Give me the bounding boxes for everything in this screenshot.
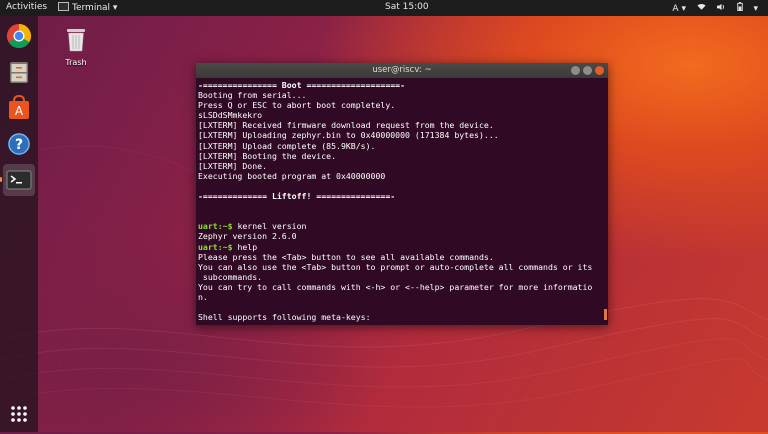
terminal-line-text: Booting from serial...: [198, 90, 307, 101]
terminal-line: Please press the <Tab> button to see all…: [198, 252, 602, 262]
terminal-line: -=============== Boot ==================…: [198, 80, 602, 90]
terminal-line-text: Shell supports following meta-keys:: [198, 312, 371, 323]
terminal-line: You can try to call commands with <-h> o…: [198, 282, 602, 292]
show-applications-button[interactable]: [3, 398, 35, 430]
dock-item-help[interactable]: ?: [3, 128, 35, 160]
terminal-line-text: sLSDdSMmkekro: [198, 110, 263, 121]
terminal-line-text: [LXTERM] Received firmware download requ…: [198, 120, 494, 131]
dock-item-chrome[interactable]: [3, 20, 35, 52]
shell-prompt: uart:~$: [198, 241, 233, 252]
terminal-titlebar[interactable]: user@riscv: ~: [196, 63, 608, 78]
svg-text:A: A: [15, 104, 24, 118]
chevron-down-icon: ▾: [112, 3, 118, 13]
terminal-line: Press Q or ESC to abort boot completely.: [198, 100, 602, 110]
activities-button[interactable]: Activities: [6, 2, 47, 12]
terminal-line-text: -=============== Boot ==================…: [198, 80, 406, 90]
battery-icon[interactable]: [736, 2, 746, 14]
clock[interactable]: Sat 15:00: [385, 2, 429, 12]
terminal-line: [LXTERM] Booting the device.: [198, 151, 602, 161]
window-controls: [568, 66, 604, 81]
terminal-line-text: [LXTERM] Upload complete (85.9KB/s).: [198, 140, 376, 151]
dock-item-files[interactable]: [3, 56, 35, 88]
terminal-line-text: Press Q or ESC to abort boot completely.: [198, 100, 396, 111]
terminal-line-text: Executing booted program at 0x40000000: [198, 170, 386, 181]
terminal-line-text: n.: [198, 291, 208, 302]
terminal-line-text: You can try to call commands with <-h> o…: [198, 281, 593, 292]
terminal-line-text: [LXTERM] Booting the device.: [198, 150, 337, 161]
terminal-line: sLSDdSMmkekro: [198, 110, 602, 120]
svg-text:?: ?: [15, 137, 23, 153]
power-menu-chevron-icon[interactable]: ▾: [753, 4, 758, 14]
system-tray[interactable]: A ▾ ▾: [656, 2, 758, 14]
terminal-small-icon: [58, 2, 69, 11]
wifi-icon[interactable]: [697, 4, 709, 14]
terminal-line-text: [LXTERM] Uploading zephyr.bin to 0x40000…: [198, 130, 499, 141]
terminal-line: -============= Liftoff! ===============-: [198, 191, 602, 201]
terminal-scrollbar[interactable]: [604, 309, 607, 320]
terminal-line-text: help: [232, 241, 258, 252]
terminal-icon: [6, 170, 32, 190]
minimize-button[interactable]: [571, 66, 580, 75]
terminal-window[interactable]: user@riscv: ~ -=============== Boot ====…: [196, 63, 608, 325]
terminal-line-text: [LXTERM] Done.: [198, 160, 268, 171]
terminal-line-text: You can also use the <Tab> button to pro…: [198, 261, 593, 272]
files-cabinet-icon: [10, 62, 28, 83]
terminal-line: [LXTERM] Uploading zephyr.bin to 0x40000…: [198, 130, 602, 140]
chrome-icon: [6, 23, 32, 49]
terminal-line-text: subcommands.: [198, 271, 263, 282]
terminal-line: [LXTERM] Done.: [198, 161, 602, 171]
terminal-line-text: -============= Liftoff! ===============-: [198, 191, 396, 202]
terminal-line-text: kernel version: [232, 221, 307, 232]
running-indicator: [0, 177, 2, 182]
input-source-indicator[interactable]: A ▾: [664, 4, 686, 14]
terminal-line: uart:~$ help: [198, 242, 602, 252]
maximize-button[interactable]: [583, 66, 592, 75]
terminal-line: subcommands.: [198, 272, 602, 282]
terminal-line: n.: [198, 292, 602, 302]
terminal-line: [LXTERM] Upload complete (85.9KB/s).: [198, 141, 602, 151]
help-icon: ?: [8, 133, 30, 155]
dock-item-software[interactable]: A: [3, 92, 35, 124]
top-bar: Activities Terminal ▾ Sat 15:00 A ▾ ▾: [0, 0, 768, 16]
terminal-line: Zephyr version 2.6.0: [198, 231, 602, 241]
shell-prompt: uart:~$: [198, 221, 233, 232]
software-bag-icon: A: [9, 94, 29, 119]
dock: A ?: [0, 16, 38, 432]
terminal-line: Booting from serial...: [198, 90, 602, 100]
trash-icon: [67, 29, 85, 52]
terminal-line-text: Zephyr version 2.6.0: [198, 231, 297, 242]
terminal-line: You can also use the <Tab> button to pro…: [198, 262, 602, 272]
desktop-trash[interactable]: Trash: [56, 26, 96, 67]
volume-icon[interactable]: [716, 3, 729, 14]
close-button[interactable]: [595, 66, 604, 75]
trash-label: Trash: [65, 58, 87, 67]
terminal-line: uart:~$ kernel version: [198, 221, 602, 231]
terminal-output[interactable]: -=============== Boot ==================…: [198, 80, 602, 323]
dock-item-terminal[interactable]: [3, 164, 35, 196]
app-grid-icon: [11, 406, 27, 422]
terminal-line: Executing booted program at 0x40000000: [198, 171, 602, 181]
window-title: user@riscv: ~: [372, 65, 432, 75]
terminal-line-text: Please press the <Tab> button to see all…: [198, 251, 494, 262]
app-menu-label: Terminal: [72, 3, 111, 13]
terminal-line: Shell supports following meta-keys:: [198, 312, 602, 322]
terminal-line: [LXTERM] Received firmware download requ…: [198, 120, 602, 130]
app-menu-terminal[interactable]: Terminal ▾: [58, 2, 117, 13]
